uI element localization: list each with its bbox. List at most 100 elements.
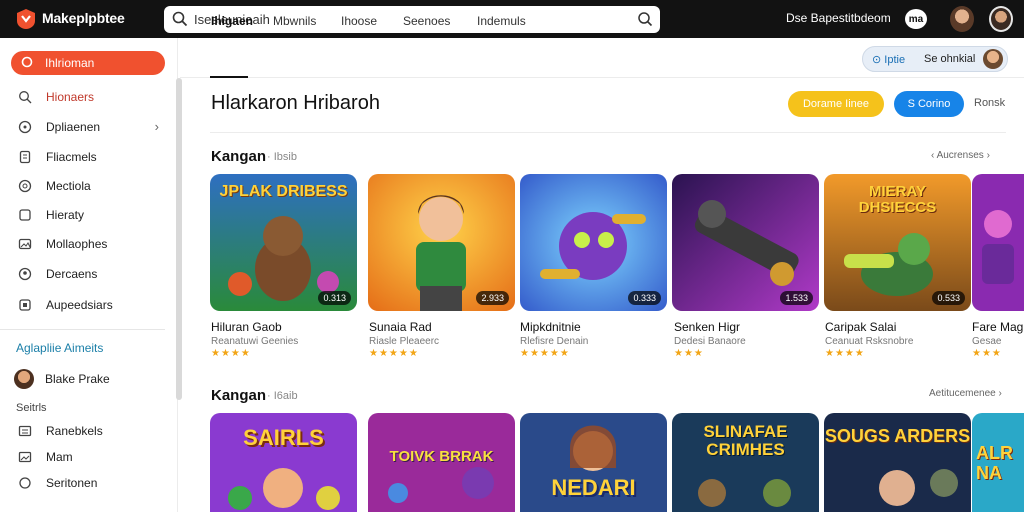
circle-icon: [19, 477, 31, 489]
section-link[interactable]: ‹ Aucrenses ›: [931, 150, 990, 161]
game-card[interactable]: SOUGS ARDERS: [824, 413, 971, 512]
search-icon: [172, 11, 188, 27]
game-card[interactable]: TOIVK BRRAK: [368, 413, 515, 512]
game-card-badge: 0.533: [932, 291, 965, 305]
game-subtitle: Riasle Pleaeerc: [369, 336, 440, 347]
game-card-logo: ALR NA: [976, 443, 1013, 483]
image-icon: [18, 238, 32, 250]
game-card-art: [972, 174, 1024, 311]
game-card[interactable]: SAIRLS: [210, 413, 357, 512]
rating-stars: ★★★★: [825, 348, 865, 359]
sidebar-item-label: Dpliaenen: [46, 120, 101, 134]
avatar[interactable]: [950, 6, 974, 32]
sidebar-item-label: Mollaophes: [46, 237, 108, 251]
sidebar-item-label: Ranebkels: [46, 424, 103, 438]
secondary-button[interactable]: S Corino: [894, 91, 964, 117]
section-subtitle: · I6aib: [267, 390, 298, 402]
game-card[interactable]: SLINAFAE CRIMHES: [672, 413, 819, 512]
game-title[interactable]: Mipkdnitnie: [520, 320, 581, 334]
game-card[interactable]: 2.933: [368, 174, 515, 311]
search-icon: [21, 56, 33, 68]
game-card[interactable]: ALR NA: [972, 413, 1024, 512]
sidebar-item[interactable]: Ranebkels: [11, 419, 165, 443]
pill-left: ⊙ Iptie: [872, 54, 906, 66]
section-subtitle: · Ibsib: [267, 151, 297, 163]
tab[interactable]: Mbwnils: [273, 14, 316, 28]
game-card-badge: 2.933: [476, 291, 509, 305]
sidebar-scrollbar[interactable]: [176, 78, 182, 400]
sidebar-person[interactable]: Blake Prake: [14, 368, 164, 390]
game-title[interactable]: Senken Higr: [674, 320, 740, 334]
brand-name[interactable]: Makeplpbtee: [42, 10, 125, 26]
sidebar-item[interactable]: Hionaers: [11, 85, 165, 109]
list-icon: [18, 425, 32, 437]
game-title[interactable]: Caripak Salai: [825, 320, 896, 334]
game-subtitle: Reanatuwi Geenies: [211, 336, 299, 347]
rating-stars: ★★★★: [211, 348, 251, 359]
game-card[interactable]: NEDARI: [520, 413, 667, 512]
chevron-right-icon[interactable]: ›: [155, 119, 159, 134]
search-input[interactable]: [194, 10, 594, 29]
person-name: Blake Prake: [45, 372, 110, 386]
sidebar-item-label: Seritonen: [46, 476, 98, 490]
sidebar-item-label: Ihlrioman: [45, 56, 95, 70]
sidebar-item[interactable]: Mollaophes: [11, 232, 165, 256]
section-title: Kangan: [211, 148, 267, 165]
tab[interactable]: Indemuls: [477, 14, 526, 28]
sidebar-item[interactable]: Dpliaenen ›: [11, 115, 165, 139]
game-card[interactable]: [972, 174, 1024, 311]
game-card-badge: 1.533: [780, 291, 813, 305]
game-title[interactable]: Hiluran Gaob: [211, 320, 282, 334]
game-card[interactable]: 0.333: [520, 174, 667, 311]
folder-icon: [19, 299, 31, 311]
sidebar-item-label: Mam: [46, 450, 73, 464]
sidebar-item[interactable]: Seritonen: [11, 471, 165, 495]
sidebar-divider: [0, 329, 165, 330]
tab[interactable]: Seenoes: [403, 14, 450, 28]
sidebar-item[interactable]: Mam: [11, 445, 165, 469]
logo-icon[interactable]: [16, 8, 36, 30]
game-title[interactable]: Sunaia Rad: [369, 320, 432, 334]
sidebar-item-active[interactable]: Ihlrioman: [11, 51, 165, 75]
rating-stars: ★★★★★: [369, 348, 419, 359]
game-card-logo: SAIRLS: [243, 425, 324, 450]
globe-icon: [18, 179, 32, 193]
sidebar-item-label: Aupeedsiars: [46, 298, 113, 312]
rating-stars: ★★★: [972, 348, 1002, 359]
game-title[interactable]: Fare Mag: [972, 320, 1023, 334]
game-card[interactable]: 1.533: [672, 174, 819, 311]
sidebar-item-label: Hieraty: [46, 208, 85, 222]
sidebar-item-label: Mectiola: [46, 179, 91, 193]
game-card-logo: JPLAK DRIBESS: [219, 183, 348, 200]
mic-icon[interactable]: [636, 11, 654, 27]
section-link[interactable]: Aetitucemenee ›: [929, 388, 1002, 399]
sidebar-section-header: Aglapliie Aimeits: [16, 341, 104, 355]
tab[interactable]: Ihoose: [341, 14, 377, 28]
notification-badge[interactable]: ma: [905, 9, 927, 29]
game-card[interactable]: MIERAY DHSIECCS 0.533: [824, 174, 971, 311]
section-title: Kangan: [211, 387, 267, 404]
top-user-label[interactable]: Dse Bapestitbdeom: [786, 11, 891, 25]
sidebar-item[interactable]: Hieraty: [11, 203, 165, 227]
game-card-badge: 0.333: [628, 291, 661, 305]
sidebar-item-label: Dercaens: [46, 267, 98, 281]
game-card-logo: TOIVK BRRAK: [389, 448, 494, 465]
tab-active[interactable]: Ihigaen: [211, 14, 253, 28]
primary-button[interactable]: Dorame Iinee: [788, 91, 884, 117]
sidebar-item[interactable]: Fliacmels: [11, 145, 165, 169]
game-card-badge: 0.313: [318, 291, 351, 305]
game-subtitle: Gesae: [972, 336, 1002, 347]
game-subtitle: Dedesi Banaore: [674, 336, 746, 347]
avatar[interactable]: [989, 6, 1013, 32]
sidebar-item[interactable]: Dercaens: [11, 262, 165, 286]
header-link[interactable]: Ronsk: [974, 97, 1005, 109]
game-card[interactable]: JPLAK DRIBESS 0.313: [210, 174, 357, 311]
tab-underline: [210, 76, 248, 78]
sidebar-item[interactable]: Mectiola: [11, 174, 165, 198]
sidebar-item[interactable]: Aupeedsiars: [11, 293, 165, 317]
account-pill[interactable]: ⊙ Iptie Se ohnkial: [862, 46, 1008, 72]
game-subtitle: Ceanuat Rsksnobre: [825, 336, 914, 347]
sidebar: Ihlrioman Hionaers Dpliaenen › Fliacmels…: [0, 38, 178, 512]
document-icon: [19, 150, 31, 164]
rating-stars: ★★★: [674, 348, 704, 359]
